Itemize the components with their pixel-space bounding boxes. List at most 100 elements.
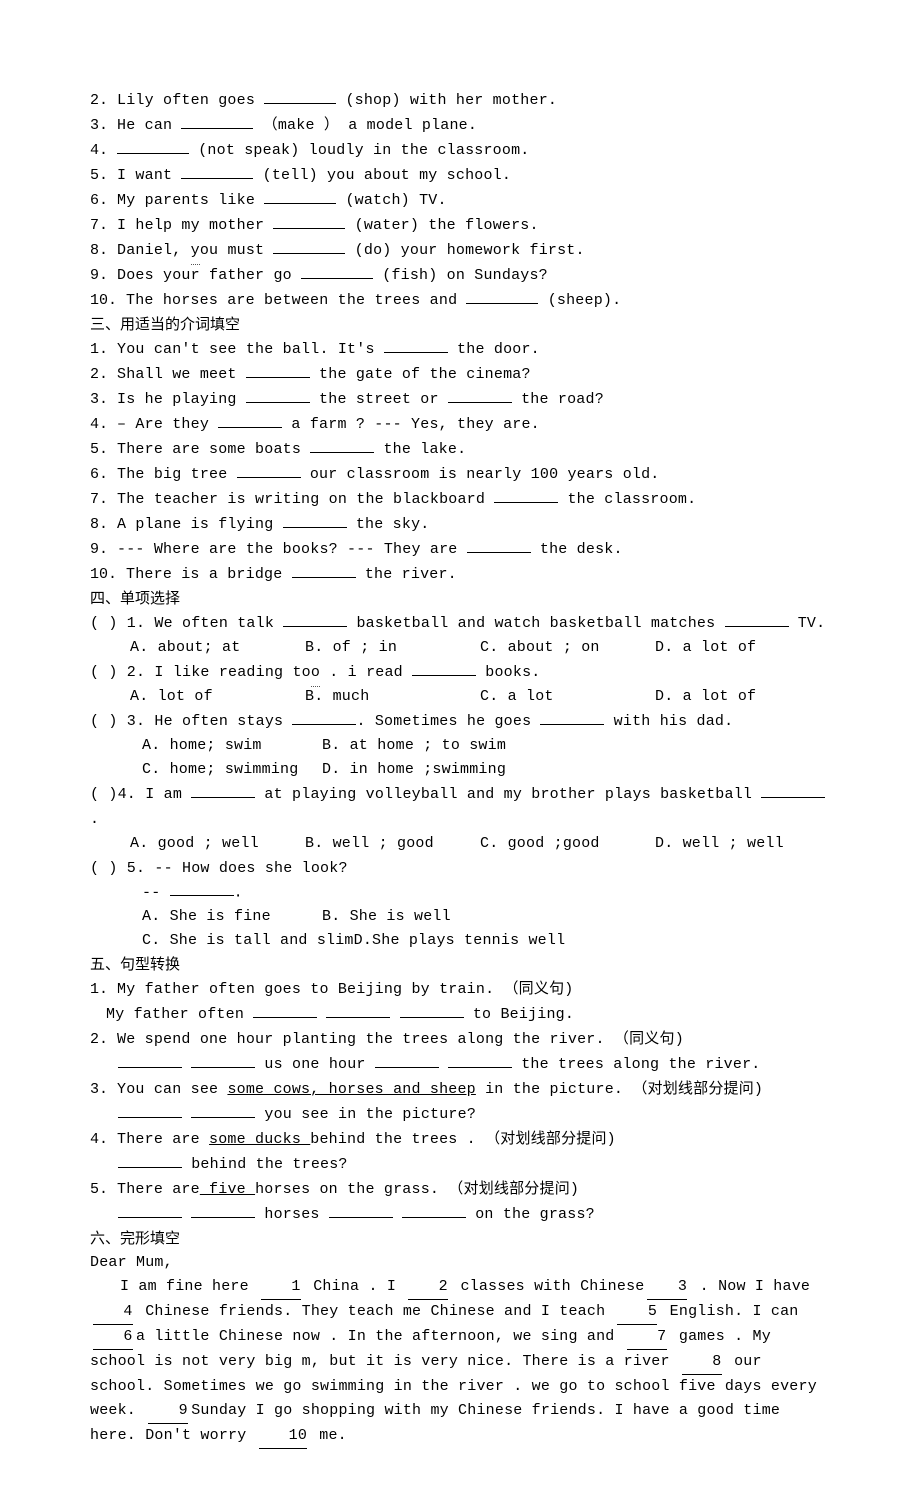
mcq-item: ( )4. I am at playing volleyball and my … xyxy=(90,782,830,832)
cloze-blank[interactable]: 8 xyxy=(682,1350,722,1375)
mcq-option[interactable]: B. much xyxy=(305,685,480,709)
fill-blank[interactable] xyxy=(412,661,476,676)
mcq-option[interactable]: A. about; at xyxy=(130,636,305,660)
cloze-blank[interactable]: 9 xyxy=(148,1399,188,1424)
fill-blank[interactable] xyxy=(117,139,189,154)
fill-blank[interactable] xyxy=(725,612,789,627)
fill-blank[interactable] xyxy=(237,463,301,478)
cloze-blank[interactable]: 10 xyxy=(259,1424,307,1449)
question-item: 2. Lily often goes (shop) with her mothe… xyxy=(90,88,830,113)
question-item: 1. You can't see the ball. It's the door… xyxy=(90,337,830,362)
section-6-title: 六、完形填空 xyxy=(90,1227,830,1251)
fill-blank[interactable] xyxy=(118,1103,182,1118)
cloze-blank[interactable]: 6 xyxy=(93,1325,133,1350)
mcq-option[interactable]: C. about ; on xyxy=(480,636,655,660)
fill-blank[interactable] xyxy=(540,710,604,725)
fill-blank[interactable] xyxy=(761,783,825,798)
fill-blank[interactable] xyxy=(448,1053,512,1068)
mcq-item: ( ) 5. -- How does she look? xyxy=(90,856,830,881)
fill-blank[interactable] xyxy=(264,189,336,204)
fill-blank[interactable] xyxy=(292,563,356,578)
fill-blank[interactable] xyxy=(246,363,310,378)
cloze-blank[interactable]: 3 xyxy=(647,1275,687,1300)
fill-blank[interactable] xyxy=(326,1003,390,1018)
mcq-option[interactable]: B. well ; good xyxy=(305,832,480,856)
mcq-option[interactable]: A. home; swim xyxy=(142,734,322,758)
question-item: 2. Shall we meet the gate of the cinema? xyxy=(90,362,830,387)
question-item: 9. Does your father go (fish) on Sundays… xyxy=(90,263,830,288)
worksheet-page: 2. Lily often goes (shop) with her mothe… xyxy=(0,0,920,1509)
fill-blank[interactable] xyxy=(466,289,538,304)
mcq-option[interactable]: B. of ; in xyxy=(305,636,480,660)
mcq-option[interactable]: C. good ;good xyxy=(480,832,655,856)
mcq-option[interactable]: D.She plays tennis well xyxy=(354,932,566,949)
mcq-item: ( ) 1. We often talk basketball and watc… xyxy=(90,611,830,636)
mcq-option[interactable]: A. lot of xyxy=(130,685,305,709)
cloze-blank[interactable]: 4 xyxy=(93,1300,133,1325)
question-item: 5. There are some boats the lake. xyxy=(90,437,830,462)
mcq-option[interactable]: B. She is well xyxy=(322,908,451,925)
question-item: 6. My parents like (watch) TV. xyxy=(90,188,830,213)
fill-blank[interactable] xyxy=(181,164,253,179)
section-4-items: ( ) 1. We often talk basketball and watc… xyxy=(90,611,830,953)
fill-blank[interactable] xyxy=(292,710,356,725)
mcq-option[interactable]: D. a lot of xyxy=(655,636,830,660)
mcq-option[interactable]: D. a lot of xyxy=(655,685,830,709)
fill-blank[interactable] xyxy=(448,388,512,403)
fill-blank[interactable] xyxy=(283,513,347,528)
transform-item: 1. My father often goes to Beijing by tr… xyxy=(90,977,830,1002)
section-3-title: 三、用适当的介词填空 xyxy=(90,313,830,337)
fill-blank[interactable] xyxy=(273,214,345,229)
mcq-option[interactable]: D. well ; well xyxy=(655,832,830,856)
mcq-option[interactable]: C. She is tall and slim xyxy=(142,929,354,953)
mcq-item: ( ) 3. He often stays . Sometimes he goe… xyxy=(90,709,830,734)
fill-blank[interactable] xyxy=(494,488,558,503)
fill-blank[interactable] xyxy=(118,1153,182,1168)
mcq-option[interactable]: B. at home ; to swim xyxy=(322,737,506,754)
fill-blank[interactable] xyxy=(181,114,253,129)
mcq-option[interactable]: A. good ; well xyxy=(130,832,305,856)
fill-blank[interactable] xyxy=(402,1203,466,1218)
mcq-options: A. home; swimB. at home ; to swim xyxy=(142,734,830,758)
cloze-blank[interactable]: 2 xyxy=(408,1275,448,1300)
mcq-option[interactable]: C. home; swimming xyxy=(142,758,322,782)
section-6-passage: I am fine here 1 China . I 2 classes wit… xyxy=(90,1275,830,1449)
cloze-blank[interactable]: 1 xyxy=(261,1275,301,1300)
fill-blank[interactable] xyxy=(375,1053,439,1068)
mcq-option[interactable]: D. in home ;swimming xyxy=(322,761,506,778)
question-item: 3. He can （make ） a model plane. xyxy=(90,113,830,138)
mcq-item: ( ) 2. I like reading too . i read books… xyxy=(90,660,830,685)
fill-blank[interactable] xyxy=(118,1203,182,1218)
question-item: 6. The big tree our classroom is nearly … xyxy=(90,462,830,487)
section-2-fill-word-forms: 2. Lily often goes (shop) with her mothe… xyxy=(90,88,830,313)
fill-blank[interactable] xyxy=(191,1103,255,1118)
mcq-option[interactable]: C. a lot xyxy=(480,685,655,709)
fill-blank[interactable] xyxy=(264,89,336,104)
fill-blank[interactable] xyxy=(118,1053,182,1068)
mcq-options: A. She is fineB. She is well xyxy=(142,905,830,929)
mcq-option[interactable]: A. She is fine xyxy=(142,905,322,929)
fill-blank[interactable] xyxy=(400,1003,464,1018)
transform-answer-line: My father often to Beijing. xyxy=(106,1002,830,1027)
fill-blank[interactable] xyxy=(301,264,373,279)
fill-blank[interactable] xyxy=(253,1003,317,1018)
fill-blank[interactable] xyxy=(329,1203,393,1218)
transform-item: 3. You can see some cows, horses and she… xyxy=(90,1077,830,1102)
fill-blank[interactable] xyxy=(467,538,531,553)
fill-blank[interactable] xyxy=(170,881,234,896)
cloze-blank[interactable]: 7 xyxy=(627,1325,667,1350)
fill-blank[interactable] xyxy=(191,1053,255,1068)
transform-item: 5. There are five horses on the grass. （… xyxy=(90,1177,830,1202)
fill-blank[interactable] xyxy=(310,438,374,453)
mcq-extra-line: -- . xyxy=(142,881,830,905)
mcq-options: C. home; swimmingD. in home ;swimming xyxy=(142,758,830,782)
section-3-items: 1. You can't see the ball. It's the door… xyxy=(90,337,830,587)
fill-blank[interactable] xyxy=(384,338,448,353)
fill-blank[interactable] xyxy=(273,239,345,254)
cloze-blank[interactable]: 5 xyxy=(617,1300,657,1325)
fill-blank[interactable] xyxy=(218,413,282,428)
fill-blank[interactable] xyxy=(191,1203,255,1218)
fill-blank[interactable] xyxy=(246,388,310,403)
fill-blank[interactable] xyxy=(283,612,347,627)
fill-blank[interactable] xyxy=(191,783,255,798)
